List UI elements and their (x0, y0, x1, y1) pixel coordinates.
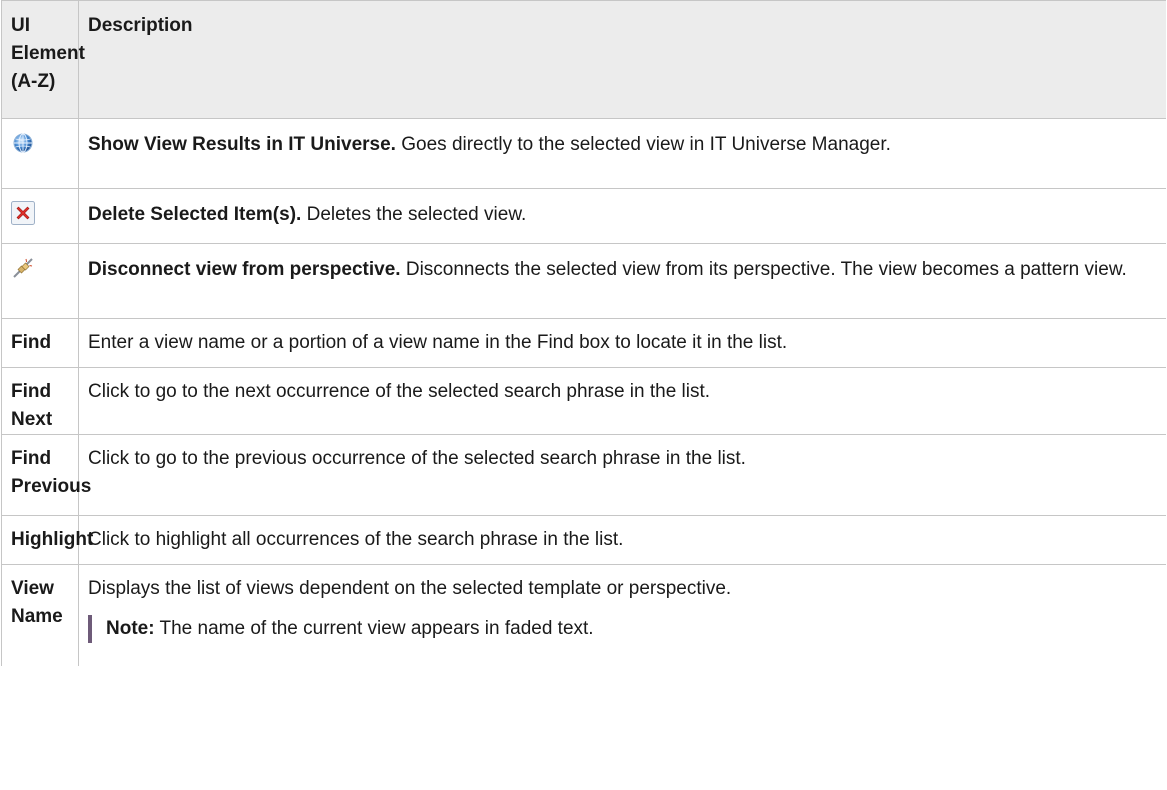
row-text: Goes directly to the selected view in IT… (395, 134, 891, 155)
row-title: Disconnect view from perspective. (88, 259, 401, 280)
table-row: View Name Displays the list of views dep… (1, 564, 1166, 666)
row-text: Deletes the selected view. (301, 204, 527, 225)
table-row: Disconnect view from perspective. Discon… (1, 243, 1166, 319)
description-cell: Click to highlight all occurrences of th… (78, 515, 1166, 565)
description-cell: Enter a view name or a portion of a view… (78, 318, 1166, 368)
header-description: Description (78, 0, 1166, 119)
ui-element-label: Find Next (1, 367, 79, 435)
table-row: Delete Selected Item(s). Deletes the sel… (1, 188, 1166, 244)
ui-elements-table: UI Element (A-Z) Description Show View R… (1, 0, 1166, 666)
table-row: Show View Results in IT Universe. Goes d… (1, 118, 1166, 189)
note-label: Note: (106, 618, 155, 639)
row-text: Displays the list of views dependent on … (88, 578, 732, 599)
disconnect-icon (11, 256, 35, 280)
globe-icon (11, 131, 35, 155)
table-row: Find Enter a view name or a portion of a… (1, 318, 1166, 368)
note-text: The name of the current view appears in … (154, 618, 594, 639)
description-cell: Click to go to the previous occurrence o… (78, 434, 1166, 516)
description-cell: Click to go to the next occurrence of th… (78, 367, 1166, 435)
row-title: Show View Results in IT Universe. (88, 134, 396, 155)
table-row: Find Previous Click to go to the previou… (1, 434, 1166, 516)
description-cell: Disconnect view from perspective. Discon… (78, 243, 1166, 319)
ui-element-cell (1, 243, 79, 319)
description-cell: Delete Selected Item(s). Deletes the sel… (78, 188, 1166, 244)
description-cell: Show View Results in IT Universe. Goes d… (78, 118, 1166, 189)
note-callout: Note: The name of the current view appea… (88, 615, 1157, 643)
ui-element-cell (1, 188, 79, 244)
ui-element-label: Find Previous (1, 434, 91, 516)
ui-element-cell (1, 118, 79, 189)
description-cell: Displays the list of views dependent on … (78, 564, 1166, 666)
table-header-row: UI Element (A-Z) Description (1, 0, 1166, 119)
table-row: Find Next Click to go to the next occurr… (1, 367, 1166, 435)
header-ui-element: UI Element (A-Z) (1, 0, 85, 119)
ui-element-label: Highlight (1, 515, 93, 565)
table-row: Highlight Click to highlight all occurre… (1, 515, 1166, 565)
ui-element-label: View Name (1, 564, 79, 666)
ui-element-label: Find (1, 318, 79, 368)
row-title: Delete Selected Item(s). (88, 204, 302, 225)
row-text: Disconnects the selected view from its p… (400, 259, 1127, 280)
delete-x-icon (11, 201, 35, 225)
